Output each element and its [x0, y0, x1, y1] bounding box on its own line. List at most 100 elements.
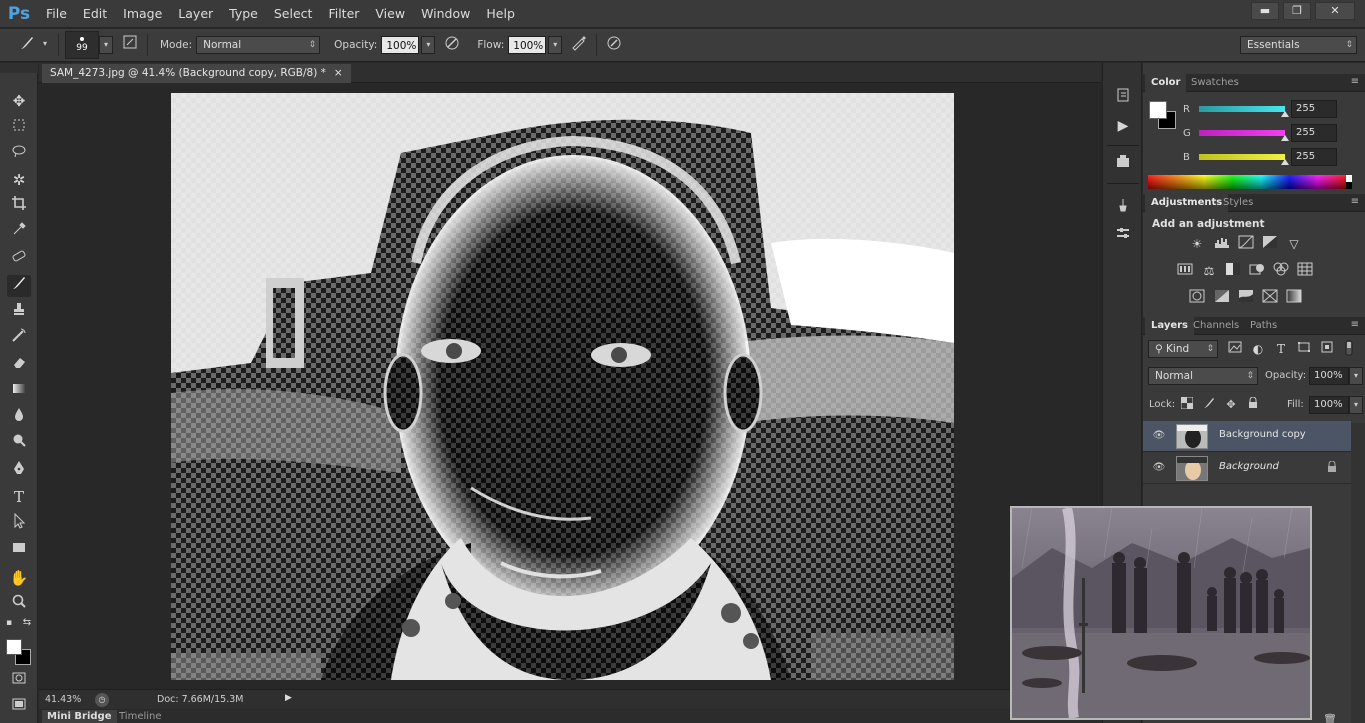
swap-colors-icon[interactable]: ⇆ — [20, 616, 34, 630]
type-tool-icon[interactable]: T — [7, 486, 31, 508]
screen-mode-icon[interactable] — [7, 696, 31, 718]
layer-filter-kind-select[interactable]: ⚲ Kind — [1148, 340, 1218, 358]
panel-menu-icon[interactable]: ≡ — [1351, 196, 1359, 207]
document-canvas[interactable] — [171, 93, 954, 680]
filter-adjustment-icon[interactable]: ◐ — [1249, 340, 1267, 358]
red-slider[interactable] — [1199, 106, 1289, 117]
marquee-tool-icon[interactable] — [7, 117, 31, 139]
fill-dropdown-icon[interactable]: ▾ — [1349, 396, 1363, 414]
tab-styles[interactable]: Styles — [1217, 194, 1259, 212]
menu-file[interactable]: File — [38, 0, 75, 28]
tab-swatches[interactable]: Swatches — [1185, 74, 1245, 92]
rectangle-tool-icon[interactable] — [7, 539, 31, 561]
menu-layer[interactable]: Layer — [170, 0, 221, 28]
filter-shape-icon[interactable] — [1295, 340, 1313, 358]
invert-icon[interactable] — [1188, 289, 1206, 307]
zoom-tool-icon[interactable] — [7, 593, 31, 615]
quick-mask-icon[interactable] — [7, 670, 31, 692]
exposure-icon[interactable] — [1261, 235, 1279, 253]
menu-window[interactable]: Window — [413, 0, 478, 28]
menu-edit[interactable]: Edit — [75, 0, 115, 28]
filter-smart-object-icon[interactable] — [1318, 340, 1336, 358]
lock-transparent-pixels-icon[interactable] — [1179, 396, 1195, 413]
brightness-contrast-icon[interactable]: ☀ — [1188, 235, 1206, 253]
filter-pixel-icon[interactable] — [1226, 340, 1244, 358]
lasso-tool-icon[interactable] — [7, 143, 31, 165]
close-window-button[interactable]: ✕ — [1315, 2, 1355, 20]
slider-thumb[interactable] — [1281, 135, 1289, 141]
menu-select[interactable]: Select — [266, 0, 321, 28]
color-balance-icon[interactable]: ⚖ — [1200, 262, 1218, 280]
opacity-field[interactable]: 100% — [381, 36, 420, 54]
status-menu-arrow-icon[interactable]: ▶ — [285, 693, 292, 703]
layer-visibility-eye-icon[interactable]: 👁 — [1152, 429, 1166, 443]
curves-icon[interactable] — [1237, 235, 1255, 253]
panel-menu-icon[interactable]: ≡ — [1351, 76, 1359, 87]
tab-color[interactable]: Color — [1145, 74, 1187, 92]
clone-stamp-tool-icon[interactable] — [7, 301, 31, 323]
airbrush-icon[interactable] — [568, 34, 590, 56]
floating-preview-window[interactable] — [1010, 506, 1312, 720]
threshold-icon[interactable] — [1237, 289, 1255, 307]
lock-all-icon[interactable] — [1245, 396, 1261, 413]
brush-tool-preset-icon[interactable] — [16, 34, 38, 56]
hand-tool-icon[interactable]: ✋ — [7, 567, 31, 589]
flow-slider-dropdown-icon[interactable]: ▾ — [548, 36, 563, 54]
layer-blend-mode-select[interactable]: Normal — [1148, 367, 1258, 385]
slider-thumb[interactable] — [1281, 111, 1289, 117]
blur-tool-icon[interactable] — [7, 406, 31, 428]
history-panel-icon[interactable] — [1111, 87, 1135, 109]
layer-opacity-field[interactable]: 100% — [1309, 367, 1349, 385]
green-value-field[interactable]: 255 — [1291, 124, 1337, 142]
layer-opacity-dropdown-icon[interactable]: ▾ — [1349, 367, 1363, 385]
mode-select[interactable]: Normal — [196, 36, 321, 54]
move-tool-icon[interactable]: ✥ — [7, 90, 31, 112]
menu-image[interactable]: Image — [115, 0, 170, 28]
tools-panel-header[interactable] — [0, 63, 38, 73]
brush-tool-icon[interactable] — [7, 275, 31, 297]
path-selection-tool-icon[interactable] — [7, 512, 31, 535]
tab-paths[interactable]: Paths — [1244, 317, 1283, 335]
channel-mixer-icon[interactable] — [1272, 262, 1290, 280]
menu-filter[interactable]: Filter — [320, 0, 367, 28]
layer-row-background[interactable]: 👁 Background — [1143, 453, 1351, 484]
layer-row-background-copy[interactable]: 👁 Background copy — [1143, 421, 1351, 452]
dodge-tool-icon[interactable] — [7, 432, 31, 454]
gradient-map-icon[interactable] — [1285, 289, 1303, 307]
blue-value-field[interactable]: 255 — [1291, 148, 1337, 166]
status-info-icon[interactable]: ◷ — [95, 693, 109, 707]
history-brush-tool-icon[interactable] — [7, 327, 31, 349]
vibrance-icon[interactable]: ▽ — [1285, 235, 1303, 253]
opacity-slider-dropdown-icon[interactable]: ▾ — [421, 36, 436, 54]
panel-menu-icon[interactable]: ≡ — [1351, 319, 1359, 330]
minimize-button[interactable]: ▬ — [1251, 2, 1279, 20]
gradient-tool-icon[interactable] — [7, 380, 31, 402]
green-slider[interactable] — [1199, 130, 1289, 141]
layers-scrollbar[interactable] — [1351, 423, 1365, 723]
fill-field[interactable]: 100% — [1309, 396, 1349, 414]
tab-adjustments[interactable]: Adjustments — [1145, 194, 1229, 212]
pressure-opacity-icon[interactable] — [441, 34, 463, 56]
menu-type[interactable]: Type — [221, 0, 266, 28]
preset-dropdown-icon[interactable]: ▾ — [38, 36, 52, 54]
eyedropper-tool-icon[interactable] — [7, 221, 31, 243]
brush-picker-dropdown-icon[interactable]: ▾ — [99, 36, 113, 54]
color-foreground-swatch[interactable] — [1149, 101, 1167, 119]
document-tab[interactable]: SAM_4273.jpg @ 41.4% (Background copy, R… — [42, 64, 351, 83]
canvas-area[interactable] — [39, 84, 1101, 688]
photo-filter-icon[interactable] — [1248, 262, 1266, 280]
magic-wand-tool-icon[interactable]: ✲ — [7, 169, 31, 191]
brush-size-picker[interactable]: 99 — [65, 31, 99, 59]
menu-help[interactable]: Help — [478, 0, 523, 28]
foreground-color-swatch[interactable] — [6, 639, 22, 655]
pressure-size-icon[interactable] — [603, 34, 625, 56]
flow-field[interactable]: 100% — [508, 36, 547, 54]
restore-button[interactable]: ❐ — [1283, 2, 1311, 20]
brush-presets-icon[interactable] — [1111, 197, 1135, 219]
workspace-select[interactable]: Essentials — [1240, 36, 1357, 54]
zoom-level-field[interactable]: 41.43% — [45, 694, 81, 705]
hue-saturation-icon[interactable] — [1176, 262, 1194, 280]
delete-layer-icon[interactable]: 🗑 — [1323, 713, 1337, 723]
filter-toggle-switch[interactable] — [1345, 340, 1353, 358]
eraser-tool-icon[interactable] — [7, 354, 31, 376]
